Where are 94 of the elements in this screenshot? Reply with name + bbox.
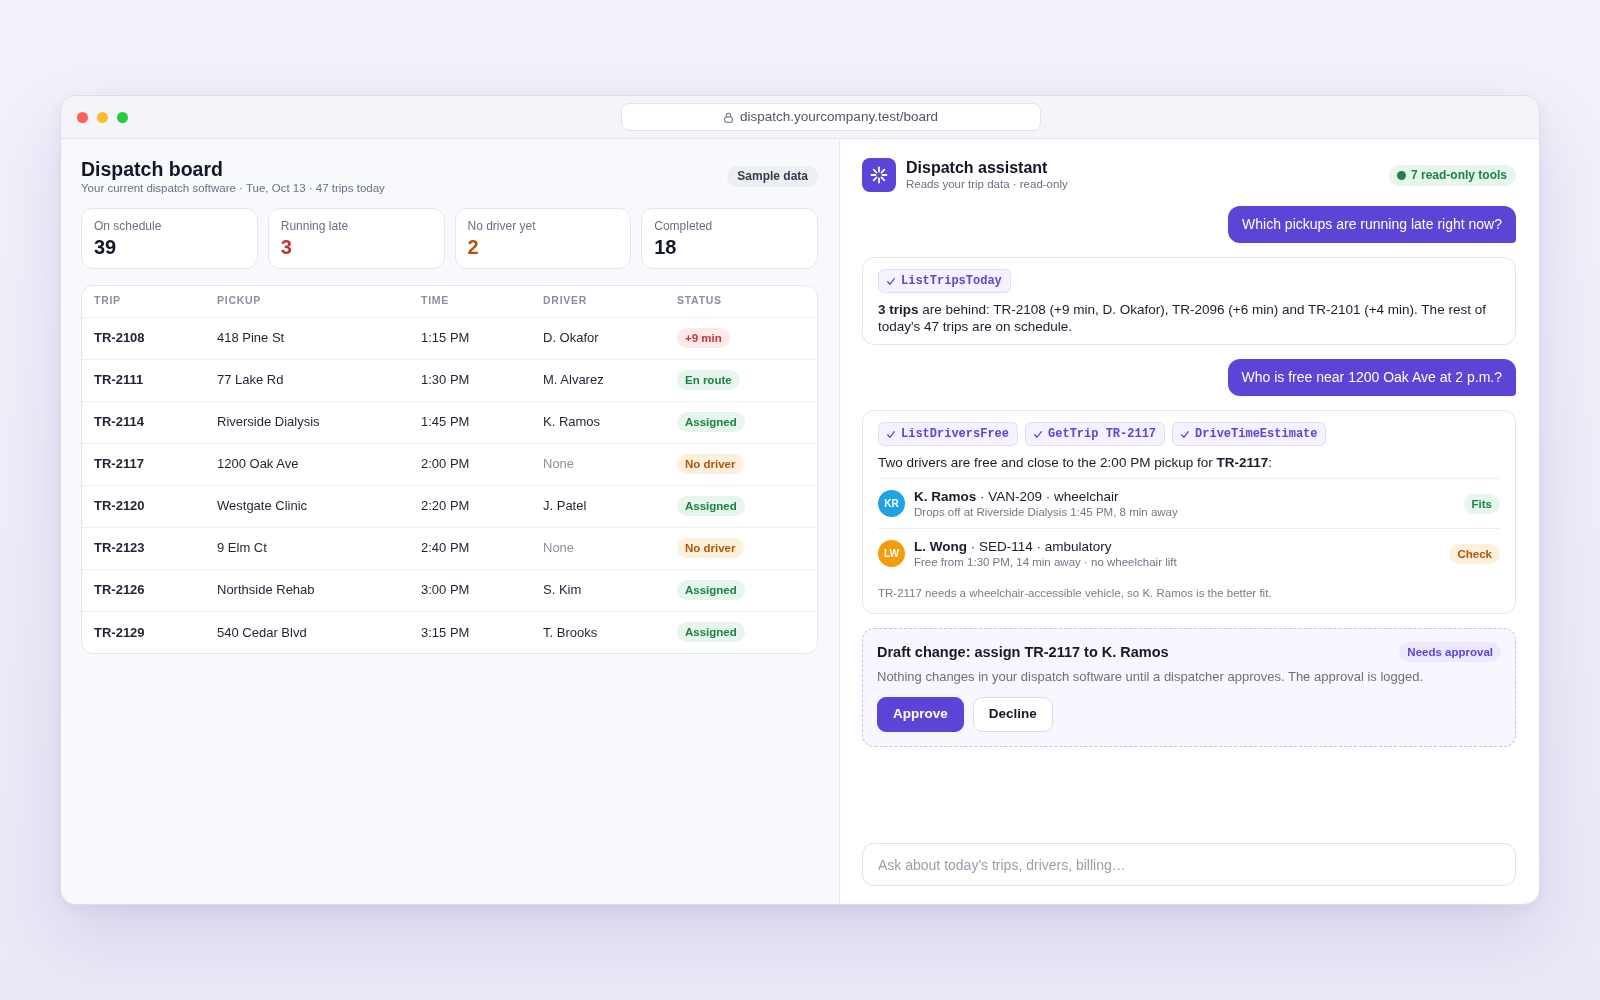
check-icon [887,430,895,438]
table-cell: J. Patel [531,485,665,527]
table-cell: TR-2114 [82,401,205,443]
message-text: 3 trips are behind: TR-2108 (+9 min, D. Okafor), TR-2096 (+6 min) and TR-2101 (+4 min). The rest of today's 47 trips are on schedule. [878,301,1487,335]
message-input[interactable]: Ask about today's trips, drivers, billing… [862,843,1516,886]
table-cell: D. Okafor [531,317,665,359]
avatar: KR [878,490,905,517]
column-header: DRIVER [531,286,665,317]
table-cell: 77 Lake Rd [205,359,409,401]
column-header: TIME [409,286,531,317]
table-cell: Riverside Dialysis [205,401,409,443]
tool-name: ListDriversFree [901,426,1010,443]
table-cell: TR-2120 [82,485,205,527]
stat-value: 39 [94,235,118,259]
table-cell: Westgate Clinic [205,485,409,527]
status-tag: Assigned [677,622,745,643]
table-cell: None [531,443,665,485]
column-header: TRIP [82,286,205,317]
driver-details: Drops off at Riverside Dialysis 1:45 PM, 8 min away [914,505,1179,519]
tool-name: DriveTimeEstimate [1195,426,1318,443]
driver-summary: L. Wong · SED-114 · ambulatory [914,538,1113,555]
decline-button[interactable]: Decline [972,697,1053,732]
table-cell: Northside Rehab [205,569,409,611]
table-cell: M. Alvarez [531,359,665,401]
table-cell: TR-2108 [82,317,205,359]
column-header: PICKUP [205,286,409,317]
check-icon [1034,430,1043,438]
fit-tag: Fits [1463,493,1500,514]
status-tag: No driver [677,538,744,558]
table-cell: 2:20 PM [409,485,531,527]
draft-description: Nothing changes in your dispatch software until a dispatcher approves. The approval is logged. [877,668,1425,685]
user-message: Which pickups are running late right now? [1228,206,1516,243]
fit-tag: Check [1449,543,1500,564]
table-cell: 2:40 PM [409,527,531,569]
table-cell: TR-2123 [82,527,205,569]
window-control-icon[interactable] [97,111,108,123]
table-cell: 9 Elm Ct [205,527,409,569]
status-tag: Assigned [677,496,745,516]
column-header: STATUS [665,286,817,317]
driver-details: Free from 1:30 PM, 14 min away · no wheelchair lift [914,555,1178,569]
approve-button[interactable]: Approve [877,697,964,732]
assistant-subtitle: Reads your trip data · read-only [906,177,1068,192]
check-icon [887,277,895,285]
stat-label: Completed [654,219,714,234]
table-cell: 1:45 PM [409,401,531,443]
tools-count: 7 read-only tools [1410,167,1507,183]
message-text: Two drivers are free and close to the 2:00 PM pickup for TR-2117: [878,454,1273,471]
status-tag: En route [677,370,740,390]
stat-value: 3 [280,235,293,259]
table-cell: TR-2126 [82,569,205,611]
burst-icon [862,158,896,192]
assistant-title: Dispatch assistant [906,158,1049,177]
table-cell: 1:30 PM [409,359,531,401]
user-message: Who is free near 1200 Oak Ave at 2 p.m.? [1227,359,1516,396]
window-control-icon[interactable] [117,111,128,123]
table-cell: 2:00 PM [409,443,531,485]
table-cell: S. Kim [531,569,665,611]
url-text: dispatch.yourcompany.test/board [740,107,938,126]
driver-summary: K. Ramos · VAN-209 · wheelchair [914,488,1120,505]
status-tag: +9 min [677,328,730,348]
tool-name: ListTripsToday [901,273,1002,290]
status-dot-icon [1396,170,1406,180]
stat-label: No driver yet [467,219,537,234]
table-cell: T. Brooks [531,611,665,653]
check-icon [1181,430,1190,438]
table-cell: 3:15 PM [409,611,531,653]
window-control-icon[interactable] [77,111,88,123]
status-tag: Assigned [677,580,745,600]
table-cell: 540 Cedar Blvd [205,611,409,653]
table-cell: K. Ramos [531,401,665,443]
tool-name: GetTrip TR-2117 [1048,426,1157,443]
stat-value: 18 [654,235,678,259]
table-cell: 3:00 PM [409,569,531,611]
avatar: LW [878,540,905,567]
table-cell: TR-2111 [82,359,205,401]
page-subtitle: Your current dispatch software · Tue, Oct 13 · 47 trips today [81,181,385,196]
table-cell: TR-2117 [82,443,205,485]
status-tag: No driver [677,454,744,474]
page-title: Dispatch board [81,157,224,181]
address-bar[interactable]: dispatch.yourcompany.test/board [621,103,1041,131]
table-cell: None [531,527,665,569]
lock-icon [724,111,734,123]
stat-label: On schedule [94,219,163,234]
stat-value: 2 [467,235,480,259]
table-cell: 418 Pine St [205,317,409,359]
stat-label: Running late [280,219,350,234]
status-tag: Assigned [677,412,745,432]
approval-tag: Needs approval [1399,642,1501,662]
table-cell: 1:15 PM [409,317,531,359]
message-note: TR-2117 needs a wheelchair-accessible vehicle, so K. Ramos is the better fit. [878,586,1273,600]
sample-data-tag: Sample data [727,166,818,187]
table-cell: TR-2129 [82,611,205,653]
table-cell: 1200 Oak Ave [205,443,409,485]
draft-title: Draft change: assign TR-2117 to K. Ramos [877,643,1169,661]
